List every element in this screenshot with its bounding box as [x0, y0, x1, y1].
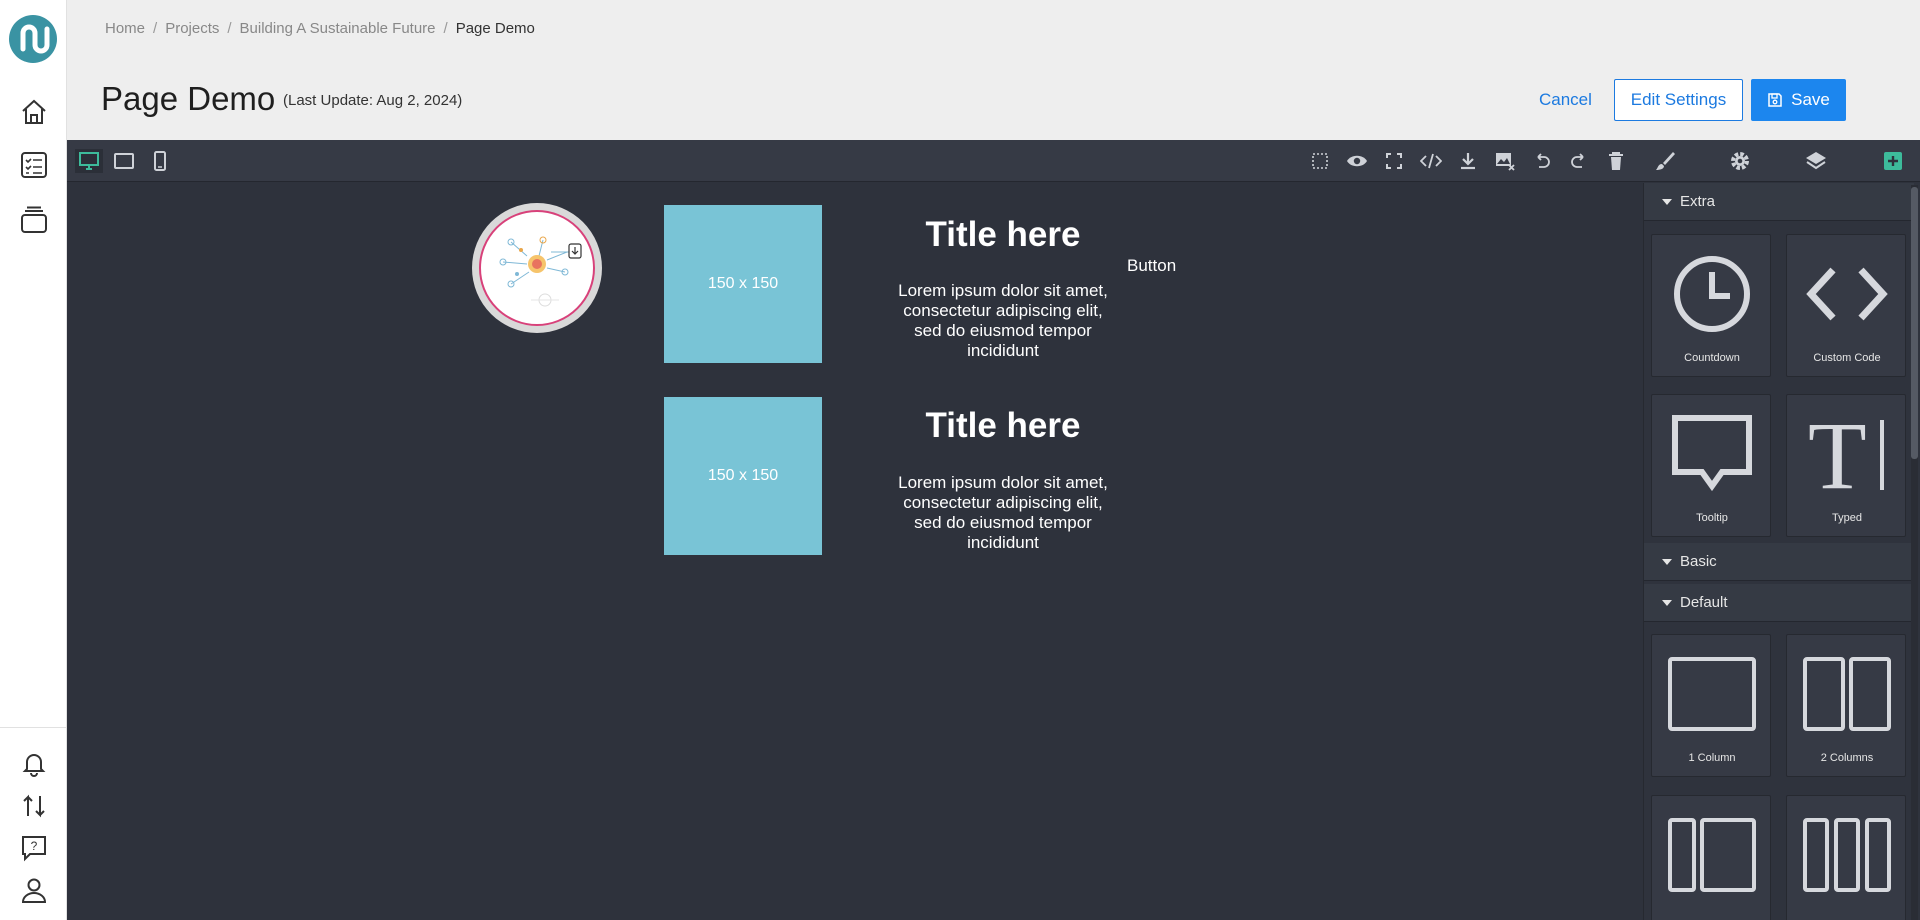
caret-down-icon — [1662, 558, 1672, 565]
card-text[interactable]: Lorem ipsum dolor sit amet, consectetur … — [893, 473, 1113, 553]
undo-icon[interactable] — [1530, 149, 1554, 173]
caret-down-icon — [1662, 599, 1672, 606]
bell-icon[interactable] — [17, 746, 51, 780]
block-label: Countdown — [1684, 352, 1740, 364]
two-columns-asymmetric-icon — [1652, 796, 1772, 914]
circle-logo-image[interactable] — [472, 203, 602, 333]
breadcrumb-current: Page Demo — [455, 20, 535, 37]
block-label: 1 Column — [1688, 752, 1736, 764]
block-label: 2 Columns — [1820, 752, 1874, 764]
logo-image-frame — [479, 210, 595, 326]
fullscreen-icon[interactable] — [1382, 149, 1406, 173]
block-label: Typed — [1832, 512, 1862, 524]
app-logo[interactable] — [9, 15, 57, 63]
block-1-column[interactable]: 1 Column — [1651, 634, 1771, 777]
cancel-button[interactable]: Cancel — [1525, 80, 1606, 120]
block-typed[interactable]: T Typed — [1786, 394, 1906, 537]
section-default[interactable]: Default — [1644, 584, 1914, 622]
last-update-label: (Last Update: Aug 2, 2024) — [283, 92, 463, 109]
editor-toolbar — [67, 140, 1920, 182]
section-basic-label: Basic — [1680, 553, 1717, 570]
user-profile-icon[interactable] — [17, 873, 51, 907]
block-2-columns[interactable]: 2 Columns — [1786, 634, 1906, 777]
layer-manager-icon[interactable] — [1804, 149, 1828, 173]
style-manager-brush-icon[interactable] — [1653, 149, 1677, 173]
three-columns-icon — [1787, 796, 1907, 914]
one-column-icon — [1652, 635, 1772, 753]
breadcrumb-projects[interactable]: Projects — [165, 20, 219, 37]
transfer-icon[interactable] — [17, 789, 51, 823]
section-extra-label: Extra — [1680, 193, 1716, 210]
breadcrumb: Home / Projects / Building A Sustainable… — [105, 20, 535, 37]
layers-stack-icon[interactable] — [17, 203, 51, 237]
component-outline-icon[interactable] — [1308, 149, 1332, 173]
home-icon[interactable] — [17, 95, 51, 129]
network-brain-illustration — [499, 236, 582, 307]
edit-settings-button[interactable]: Edit Settings — [1614, 79, 1743, 121]
tablet-device-icon[interactable] — [112, 149, 136, 173]
speech-bubble-icon — [1652, 395, 1772, 513]
card-title[interactable]: Title here — [893, 406, 1113, 446]
block-tooltip[interactable]: Tooltip — [1651, 394, 1771, 537]
checklist-icon[interactable] — [17, 148, 51, 182]
image-placeholder[interactable]: 150 x 150 — [664, 205, 822, 363]
blocks-panel: Extra Countdown Custom Code Tooltip T Ty… — [1643, 183, 1920, 920]
floppy-disk-icon — [1768, 93, 1782, 107]
page-title: Page Demo — [101, 80, 276, 117]
breadcrumb-separator: / — [153, 20, 158, 37]
breadcrumb-separator: / — [227, 20, 232, 37]
blocks-add-icon[interactable] — [1881, 149, 1905, 173]
app-rail: ? — [0, 0, 67, 920]
panel-scrollbar[interactable] — [1911, 185, 1918, 920]
text-cursor-icon: T — [1787, 395, 1907, 513]
code-view-icon[interactable] — [1419, 149, 1443, 173]
breadcrumb-home[interactable]: Home — [105, 20, 145, 37]
image-placeholder[interactable]: 150 x 150 — [664, 397, 822, 555]
block-label: Tooltip — [1696, 512, 1728, 524]
svg-text:T: T — [1808, 412, 1867, 496]
settings-gear-icon[interactable] — [1728, 149, 1752, 173]
save-button[interactable]: Save — [1751, 79, 1846, 121]
block-countdown[interactable]: Countdown — [1651, 234, 1771, 377]
two-columns-icon — [1787, 635, 1907, 753]
editor-canvas[interactable]: 150 x 150 Title here Lorem ipsum dolor s… — [67, 183, 1643, 920]
rail-divider — [0, 727, 67, 728]
desktop-device-icon[interactable] — [75, 149, 103, 173]
block-3-columns[interactable] — [1786, 795, 1906, 920]
trash-icon[interactable] — [1604, 149, 1628, 173]
svg-text:?: ? — [31, 839, 38, 853]
breadcrumb-project[interactable]: Building A Sustainable Future — [240, 20, 436, 37]
page-editor: 150 x 150 Title here Lorem ipsum dolor s… — [67, 140, 1920, 920]
image-remove-icon[interactable] — [1493, 149, 1517, 173]
download-icon[interactable] — [1456, 149, 1480, 173]
code-brackets-icon — [1787, 235, 1907, 353]
redo-icon[interactable] — [1567, 149, 1591, 173]
block-label: Custom Code — [1813, 352, 1881, 364]
caret-down-icon — [1662, 198, 1672, 205]
clock-icon — [1652, 235, 1772, 353]
section-extra[interactable]: Extra — [1644, 183, 1914, 221]
breadcrumb-separator: / — [443, 20, 448, 37]
preview-eye-icon[interactable] — [1345, 149, 1369, 173]
scrollbar-thumb[interactable] — [1911, 187, 1918, 459]
save-button-label: Save — [1791, 90, 1830, 109]
block-2-columns-3-7[interactable] — [1651, 795, 1771, 920]
canvas-button[interactable]: Button — [1127, 256, 1176, 276]
help-icon[interactable]: ? — [17, 831, 51, 865]
block-custom-code[interactable]: Custom Code — [1786, 234, 1906, 377]
card-title[interactable]: Title here — [893, 215, 1113, 255]
section-basic[interactable]: Basic — [1644, 543, 1914, 581]
mobile-device-icon[interactable] — [148, 149, 172, 173]
section-default-label: Default — [1680, 594, 1728, 611]
card-text[interactable]: Lorem ipsum dolor sit amet, consectetur … — [893, 281, 1113, 361]
